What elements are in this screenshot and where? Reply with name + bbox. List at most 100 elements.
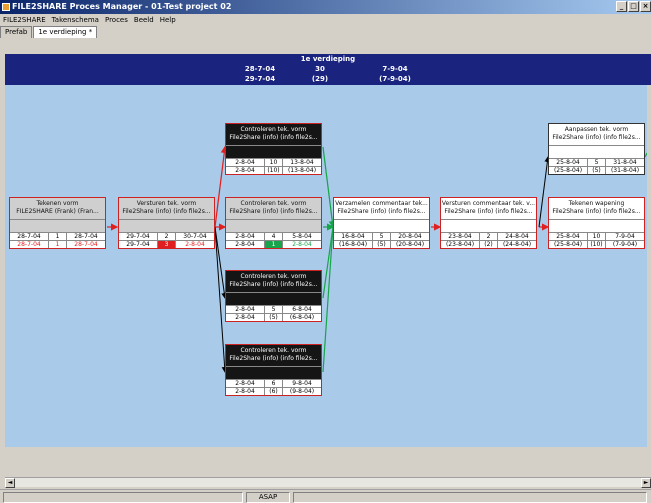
task-actual-start: (25-8-04) [549,241,588,248]
header-duration-planned: (29) [311,75,329,83]
task-end: 28-7-04 [74,233,98,240]
task-end: 13-8-04 [290,159,314,166]
task-title: Controleren tek. vorm [240,200,307,207]
header-end-planned: (7-9-04) [379,75,411,83]
task-start: 2-8-04 [226,306,265,313]
task-actual-end: 2-8-04 [292,241,312,248]
task-duration: 5 [588,159,606,166]
tab-prefab[interactable]: Prefab [0,26,33,38]
task-start: 2-8-04 [226,233,265,240]
task-end: 6-8-04 [292,306,312,313]
status-bar: ASAP [0,489,651,503]
task-actual-start: (25-8-04) [549,167,588,174]
task-duration: 5 [373,233,391,240]
task-start: 2-8-04 [226,159,265,166]
task-end: 5-8-04 [292,233,312,240]
task-actual-start: 2-8-04 [226,167,265,174]
task-actual-duration: (5) [373,241,391,248]
status-pane-right [293,492,647,503]
task-end: 20-8-04 [398,233,422,240]
maximize-button[interactable]: □ [628,1,639,12]
task-node-tekenen-wapening[interactable]: Tekenen wapening File2Share (info) (info … [548,197,645,249]
task-end: 7-9-04 [615,233,635,240]
task-title: Tekenen wapening [568,200,625,207]
task-actual-end: (20-8-04) [395,241,425,248]
tab-strip: Prefab 1e verdieping * [0,26,651,38]
task-actual-duration: (10) [265,167,283,174]
task-start: 25-8-04 [549,159,588,166]
header-title: 1e verdieping [300,55,356,63]
task-actual-duration: (2) [480,241,498,248]
task-resource: File2Share (info) (info file2s... [444,208,533,215]
close-button[interactable]: × [640,1,651,12]
menu-takenschema[interactable]: Takenschema [52,14,99,26]
task-node-controleren-4[interactable]: Controleren tek. vorm File2Share (info) (… [225,344,322,396]
task-node-controleren-2[interactable]: Controleren tek. vorm File2Share (info) (… [225,197,322,249]
app-icon [2,3,10,11]
task-start: 29-7-04 [119,233,158,240]
scroll-right-icon[interactable]: ► [641,478,651,488]
task-title: Verzamelen commentaar tek... [335,200,428,207]
task-actual-start: 2-8-04 [226,241,265,248]
task-duration: 2 [480,233,498,240]
task-duration: 2 [158,233,176,240]
header-end: 7-9-04 [382,65,408,73]
window-titlebar: FILE2SHARE Proces Manager - 01-Test proj… [0,0,651,14]
link-2-5 [214,226,228,299]
task-actual-duration: 1 [49,241,67,248]
task-end: 9-8-04 [292,380,312,387]
task-node-controleren-1[interactable]: Controleren tek. vorm File2Share (info) (… [225,123,322,175]
task-title: Tekenen vorm [36,200,79,207]
task-end: 31-8-04 [613,159,637,166]
link-3-7 [322,146,336,229]
link-6-7 [322,226,334,373]
task-actual-end: (13-8-04) [287,167,317,174]
task-actual-end: 2-8-04 [185,241,205,248]
task-title: Controleren tek. vorm [240,347,307,354]
scroll-left-icon[interactable]: ◄ [5,478,15,488]
minimize-button[interactable]: _ [616,1,627,12]
window-title: FILE2SHARE Proces Manager - 01-Test proj… [12,2,232,11]
task-resource: FILE2SHARE (Frank) (Fran... [16,208,99,215]
task-resource: File2Share (info) (info file2s... [229,208,318,215]
task-actual-end: (24-8-04) [502,241,532,248]
link-9-out [644,152,647,158]
task-end: 24-8-04 [505,233,529,240]
menu-help[interactable]: Help [160,14,176,26]
task-actual-duration: (5) [265,314,283,321]
task-end: 30-7-04 [183,233,207,240]
tab-1e-verdieping[interactable]: 1e verdieping * [33,26,98,38]
task-resource: File2Share (info) (info file2s... [337,208,426,215]
task-actual-duration: 3 [158,241,176,248]
header-start-planned: 29-7-04 [244,75,276,83]
horizontal-scrollbar[interactable]: ◄ ► [5,477,651,488]
task-start: 16-8-04 [334,233,373,240]
task-duration: 6 [265,380,283,387]
task-actual-duration: (6) [265,388,283,395]
task-title: Aanpassen tek. vorm [564,126,629,133]
task-node-aanpassen-tek-vorm[interactable]: Aanpassen tek. vorm File2Share (info) (in… [548,123,645,175]
task-actual-start: 2-8-04 [226,314,265,321]
task-duration: 4 [265,233,283,240]
task-resource: File2Share (info) (info file2s... [552,134,641,141]
task-node-verzamelen-commentaar[interactable]: Verzamelen commentaar tek... File2Share (… [333,197,430,249]
status-mode: ASAP [246,492,290,503]
menu-file2share[interactable]: FILE2SHARE [3,14,46,26]
task-node-versturen-commentaar[interactable]: Versturen commentaar tek. v... File2Share… [440,197,537,249]
task-duration: 1 [49,233,67,240]
task-actual-duration: (10) [588,241,606,248]
menu-proces[interactable]: Proces [105,14,128,26]
task-duration: 10 [265,159,283,166]
task-node-tekenen-vorm[interactable]: Tekenen vorm FILE2SHARE (Frank) (Fran... … [9,197,106,249]
task-start: 2-8-04 [226,380,265,387]
task-actual-start: 28-7-04 [10,241,49,248]
schedule-header: 1e verdieping 28-7-04 30 7-9-04 29-7-04 … [5,54,651,85]
link-8-9 [538,156,551,228]
task-duration: 10 [588,233,606,240]
menu-beeld[interactable]: Beeld [134,14,154,26]
process-canvas[interactable]: Tekenen vorm FILE2SHARE (Frank) (Fran... … [5,85,647,447]
task-node-versturen-tek-vorm[interactable]: Versturen tek. vorm File2Share (info) (in… [118,197,215,249]
task-node-controleren-3[interactable]: Controleren tek. vorm File2Share (info) (… [225,270,322,322]
link-2-6 [214,226,228,373]
menu-bar: FILE2SHARE Takenschema Proces Beeld Help [0,14,651,26]
